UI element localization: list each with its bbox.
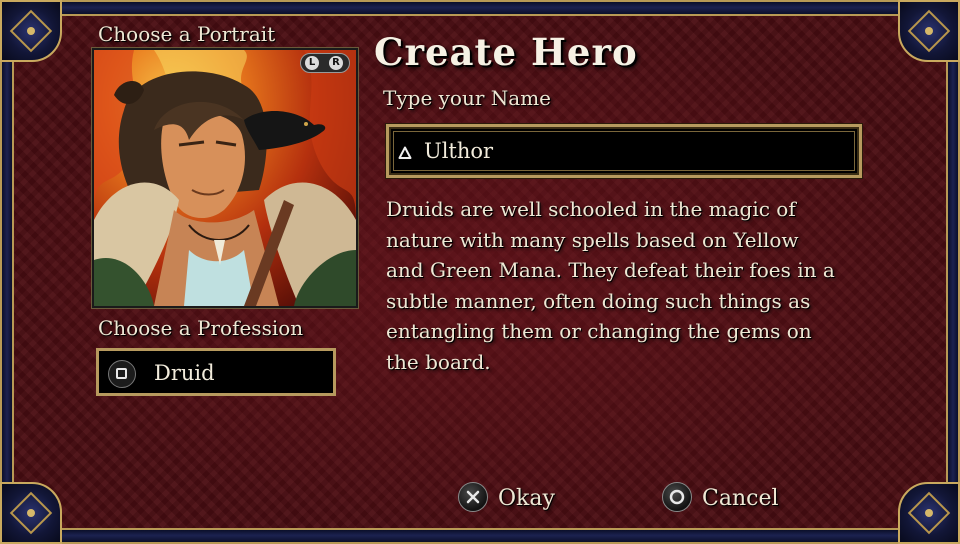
name-value: Ulthor xyxy=(424,139,494,163)
name-label: Type your Name xyxy=(383,86,551,110)
description-line: nature with many spells based on Yellow xyxy=(386,227,799,252)
corner-ornament-top-right xyxy=(898,0,960,62)
corner-ornament-top-left xyxy=(0,0,62,62)
border-bottom xyxy=(0,528,960,544)
druid-portrait-image xyxy=(94,50,356,306)
circle-icon[interactable] xyxy=(662,482,692,512)
triangle-icon xyxy=(398,146,412,159)
border-right xyxy=(946,0,960,544)
cancel-button[interactable]: Cancel xyxy=(702,486,779,511)
cross-icon[interactable] xyxy=(458,482,488,512)
profession-description: Druids are well schooled in the magic of… xyxy=(386,194,864,377)
border-top xyxy=(0,0,960,16)
description-line: subtle manner, often doing such things a… xyxy=(386,288,811,313)
portrait-label: Choose a Portrait xyxy=(98,22,276,46)
page-title: Create Hero xyxy=(374,30,638,74)
description-line: the board. xyxy=(386,349,491,374)
description-line: entangling them or changing the gems on xyxy=(386,319,812,343)
okay-button[interactable]: Okay xyxy=(498,486,555,511)
profession-label: Choose a Profession xyxy=(98,316,304,340)
square-icon xyxy=(108,360,136,388)
create-hero-screen: Choose a Portrait L R Create Hero Type y… xyxy=(0,0,960,544)
profession-value: Druid xyxy=(154,361,215,385)
cross-glyph xyxy=(466,490,480,504)
corner-ornament-bottom-left xyxy=(0,482,62,544)
hero-portrait[interactable] xyxy=(91,47,359,309)
corner-ornament-bottom-right xyxy=(898,482,960,544)
description-line: and Green Mana. They defeat their foes i… xyxy=(386,258,835,282)
r-shoulder-button[interactable]: R xyxy=(329,56,343,70)
portrait-switch-badge: L R xyxy=(300,53,350,73)
description-line: Druids are well schooled in the magic of xyxy=(386,197,796,221)
border-left xyxy=(0,0,14,544)
l-shoulder-button[interactable]: L xyxy=(305,56,319,70)
circle-glyph xyxy=(669,489,685,505)
